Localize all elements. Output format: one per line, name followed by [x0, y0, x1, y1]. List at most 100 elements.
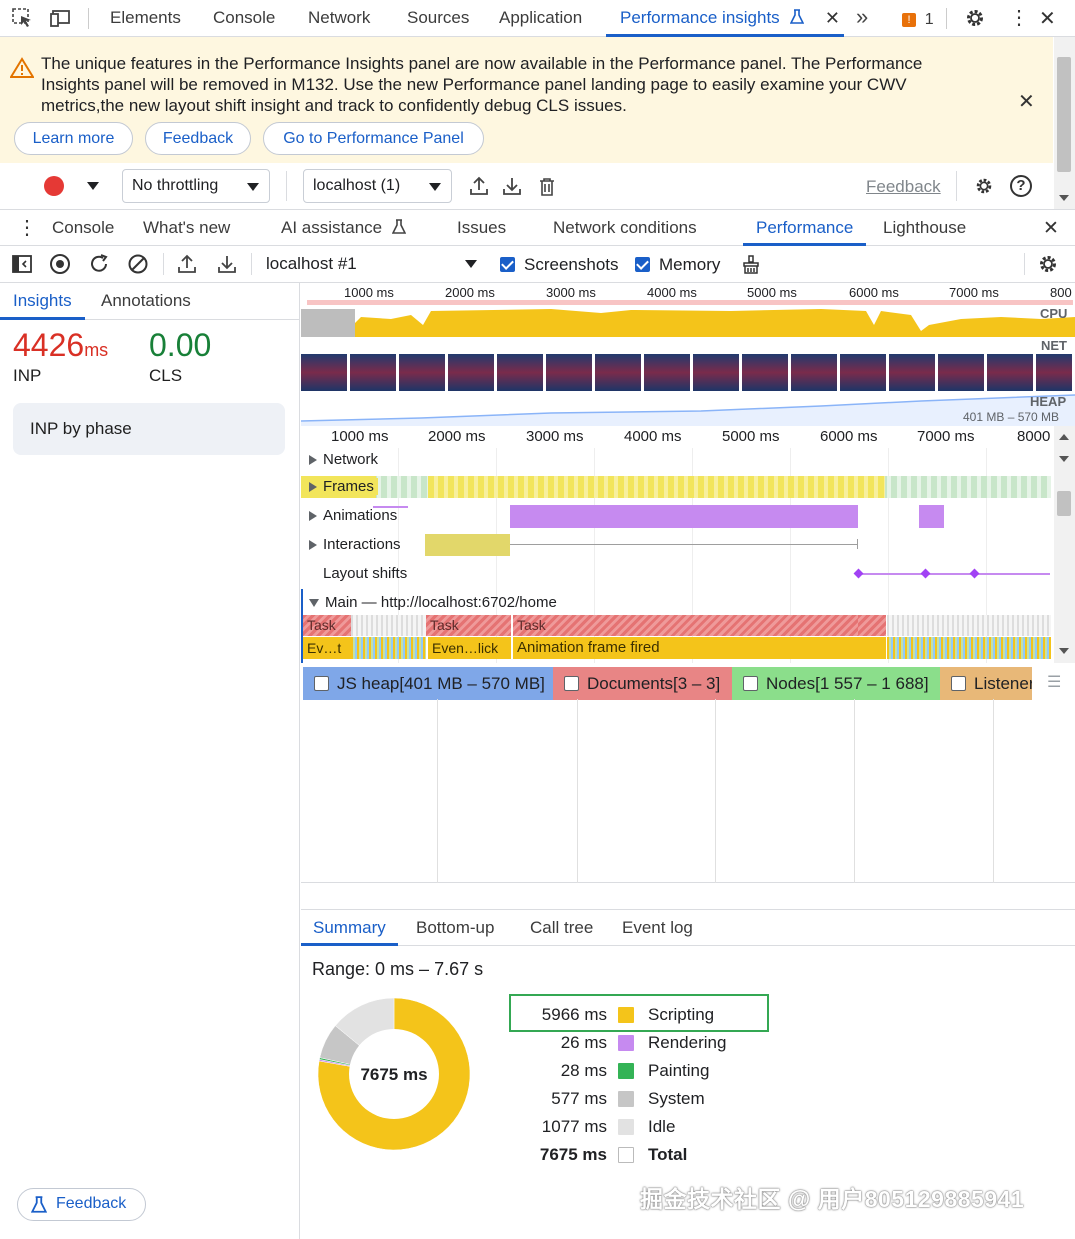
- tracks-scrollbar[interactable]: [1054, 426, 1075, 663]
- record-button[interactable]: [44, 176, 64, 196]
- garbage-collect-icon[interactable]: [741, 255, 761, 280]
- banner-scrollbar[interactable]: [1054, 37, 1075, 209]
- sidebar-tab-annotations[interactable]: Annotations: [101, 283, 191, 318]
- inp-label: INP: [13, 366, 42, 385]
- performance-settings-gear-icon[interactable]: [1037, 253, 1059, 280]
- reload-record-icon[interactable]: [88, 253, 110, 280]
- drawer-tab-performance[interactable]: Performance: [743, 210, 867, 246]
- tab-elements[interactable]: Elements: [110, 0, 181, 37]
- learn-more-button[interactable]: Learn more: [14, 122, 133, 155]
- layout-shift-marker[interactable]: [969, 568, 980, 579]
- tab-performance-insights[interactable]: Performance insights ✕: [606, 0, 844, 37]
- capture-settings-gear-icon[interactable]: [974, 176, 994, 201]
- download-icon[interactable]: [503, 176, 521, 201]
- legend-row: 26 ms Rendering: [507, 1033, 767, 1055]
- layout-shift-marker[interactable]: [920, 568, 931, 579]
- sidebar-feedback-button[interactable]: Feedback: [17, 1188, 146, 1221]
- screenshots-label: Screenshots: [524, 255, 619, 274]
- tab-call-tree[interactable]: Call tree: [530, 910, 593, 946]
- drawer-tab-issues[interactable]: Issues: [457, 210, 506, 246]
- details-tabbar: Summary Bottom-up Call tree Event log: [301, 909, 1075, 946]
- drawer-tab-console[interactable]: Console: [52, 210, 114, 246]
- save-profile-icon[interactable]: [218, 254, 236, 279]
- counter-documents-label: Documents[3 – 3]: [587, 674, 721, 693]
- event-block[interactable]: Even…lick: [428, 637, 511, 659]
- tab-network[interactable]: Network: [308, 0, 370, 37]
- event-block[interactable]: Animation frame fired: [513, 637, 886, 659]
- go-to-performance-panel-button[interactable]: Go to Performance Panel: [263, 122, 484, 155]
- upload-icon[interactable]: [470, 176, 488, 201]
- counter-listeners[interactable]: Listeners: [940, 667, 1032, 700]
- feedback-link[interactable]: Feedback: [866, 177, 941, 197]
- inp-by-phase-card[interactable]: INP by phase: [13, 403, 285, 455]
- task-label: Task: [307, 617, 336, 633]
- task-block[interactable]: Task: [426, 615, 511, 636]
- close-drawer-icon[interactable]: ✕: [1043, 217, 1059, 240]
- memory-checkbox[interactable]: [635, 257, 650, 272]
- overview-tick: 2000 ms: [445, 285, 495, 300]
- task-block[interactable]: Task: [303, 615, 351, 636]
- target-select[interactable]: localhost (1): [303, 169, 452, 203]
- close-banner-icon[interactable]: ✕: [1018, 89, 1035, 114]
- insights-sidebar: Insights Annotations 4426ms INP 0.00 CLS…: [0, 283, 300, 1239]
- cls-label: CLS: [149, 366, 183, 385]
- track-frames[interactable]: Frames: [309, 478, 378, 495]
- sidebar-tab-insights[interactable]: Insights: [0, 283, 85, 320]
- record-options-icon[interactable]: [87, 182, 99, 190]
- delete-icon[interactable]: [539, 178, 555, 201]
- drawer-tab-lighthouse[interactable]: Lighthouse: [883, 210, 966, 246]
- tab-console[interactable]: Console: [213, 0, 275, 37]
- interaction-bar[interactable]: [425, 534, 510, 556]
- timeline-overview[interactable]: 1000 ms 2000 ms 3000 ms 4000 ms 5000 ms …: [301, 283, 1075, 426]
- track-main[interactable]: Main — http://localhost:6702/home: [309, 594, 557, 611]
- device-toolbar-icon[interactable]: [50, 8, 74, 28]
- drawer-menu-icon[interactable]: ⋮: [17, 215, 37, 240]
- task-block[interactable]: Task: [513, 615, 858, 636]
- help-icon[interactable]: ?: [1010, 175, 1032, 197]
- drawer-tab-whats-new[interactable]: What's new: [143, 210, 230, 246]
- throttling-select[interactable]: No throttling: [122, 169, 270, 203]
- record-icon[interactable]: [50, 254, 70, 274]
- counters-menu-icon[interactable]: ☰: [1047, 672, 1061, 692]
- animation-bar[interactable]: [919, 505, 944, 528]
- animation-bar[interactable]: [510, 505, 858, 528]
- more-options-icon[interactable]: ⋮: [1009, 6, 1029, 30]
- load-profile-icon[interactable]: [178, 254, 196, 279]
- banner-feedback-button[interactable]: Feedback: [145, 122, 251, 155]
- tab-bottom-up[interactable]: Bottom-up: [416, 910, 494, 946]
- settings-gear-icon[interactable]: [964, 7, 986, 34]
- counter-documents[interactable]: Documents[3 – 3]: [553, 667, 732, 700]
- heap-chart: [301, 394, 1075, 426]
- drawer-tab-network-conditions[interactable]: Network conditions: [553, 210, 697, 246]
- event-block[interactable]: Ev…t: [303, 637, 351, 659]
- overview-tick: 4000 ms: [647, 285, 697, 300]
- counter-js-heap[interactable]: JS heap[401 MB – 570 MB]: [303, 667, 553, 700]
- track-network[interactable]: Network: [309, 451, 378, 468]
- counter-nodes[interactable]: Nodes[1 557 – 1 688]: [732, 667, 940, 700]
- inspect-element-icon[interactable]: [12, 8, 34, 28]
- track-animations[interactable]: Animations: [309, 507, 397, 524]
- legend-value: 28 ms: [560, 1061, 607, 1080]
- close-tab-icon[interactable]: ✕: [825, 0, 840, 36]
- clear-icon[interactable]: [127, 253, 149, 280]
- tab-sources[interactable]: Sources: [407, 0, 469, 37]
- memory-counters: JS heap[401 MB – 570 MB] Documents[3 – 3…: [301, 663, 1075, 700]
- counter-nodes-label: Nodes[1 557 – 1 688]: [766, 674, 929, 693]
- close-devtools-icon[interactable]: ✕: [1039, 6, 1056, 31]
- ruler-tick: 3000 ms: [526, 428, 584, 445]
- recording-select[interactable]: localhost #1: [266, 254, 481, 276]
- track-interactions[interactable]: Interactions: [309, 536, 401, 553]
- screenshots-checkbox[interactable]: [500, 257, 515, 272]
- timeline-tracks[interactable]: 1000 ms 2000 ms 3000 ms 4000 ms 5000 ms …: [301, 426, 1054, 663]
- tab-event-log[interactable]: Event log: [622, 910, 693, 946]
- legend-value: 7675 ms: [539, 1145, 607, 1164]
- toggle-sidebar-icon[interactable]: [12, 255, 32, 278]
- issues-badge[interactable]: ! 1: [902, 9, 934, 29]
- drawer-tab-ai-assistance[interactable]: AI assistance: [281, 210, 407, 246]
- screenshots-strip: [301, 354, 1075, 391]
- tab-summary[interactable]: Summary: [301, 910, 398, 946]
- tab-application[interactable]: Application: [499, 0, 582, 37]
- layout-shift-marker[interactable]: [853, 568, 864, 579]
- track-layout-shifts[interactable]: Layout shifts: [323, 565, 407, 582]
- more-tabs-icon[interactable]: »: [856, 4, 868, 30]
